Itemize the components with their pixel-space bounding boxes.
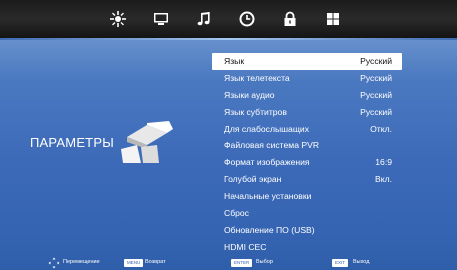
- menu-item-label: Голубой экран: [224, 174, 282, 185]
- menu-item-label: Язык: [224, 56, 245, 66]
- menu-item-audio-language[interactable]: Языки аудио Русский: [212, 87, 402, 104]
- menu-item-label: Язык субтитров: [224, 106, 287, 117]
- settings-menu: Язык Русский Язык телетекста Русский Язы…: [212, 53, 402, 256]
- music-note-icon[interactable]: [195, 10, 213, 28]
- menu-item-software-update[interactable]: Обновление ПО (USB): [212, 222, 402, 239]
- menu-item-hdmi-cec[interactable]: HDMI CEC: [212, 239, 402, 256]
- menu-item-label: Файловая система PVR: [224, 140, 320, 151]
- menu-item-aspect-ratio[interactable]: Формат изображения 16:9: [212, 154, 402, 171]
- menu-item-value: Русский: [360, 72, 392, 83]
- menu-item-pvr-file-system[interactable]: Файловая система PVR: [212, 137, 402, 154]
- menu-item-label: Языки аудио: [224, 89, 275, 100]
- sun-icon[interactable]: [109, 10, 127, 28]
- menu-item-label: Для слабослышащих: [224, 123, 309, 134]
- exit-hint-label: Выход: [353, 259, 370, 265]
- grid-icon[interactable]: [324, 10, 342, 28]
- menu-item-label: Язык телетекста: [224, 72, 290, 83]
- menu-item-label: Формат изображения: [224, 157, 310, 168]
- menu-item-subtitle-language[interactable]: Язык субтитров Русский: [212, 104, 402, 121]
- move-arrows-icon: [48, 257, 60, 269]
- clock-icon[interactable]: [238, 10, 256, 28]
- exit-key-badge: EXIT: [332, 259, 349, 267]
- menu-item-reset[interactable]: Сброс: [212, 205, 402, 222]
- menu-item-value: Вкл.: [375, 174, 392, 185]
- topbar-divider: [0, 38, 457, 40]
- menu-key-badge: MENU: [124, 259, 144, 267]
- menu-item-teletext-language[interactable]: Язык телетекста Русский: [212, 70, 402, 87]
- menu-item-label: Начальные установки: [224, 191, 312, 202]
- menu-item-language[interactable]: Язык Русский: [212, 53, 402, 70]
- top-menu-bar: [0, 0, 457, 38]
- menu-item-value: 16:9: [375, 157, 392, 168]
- hint-bar: Перемещение MENU Возврат ENTER Выбор EXI…: [0, 256, 457, 270]
- menu-item-first-setup[interactable]: Начальные установки: [212, 188, 402, 205]
- select-hint-label: Выбор: [256, 259, 273, 265]
- menu-item-label: Сброс: [224, 208, 249, 219]
- menu-item-value: Русский: [360, 56, 392, 66]
- menu-item-label: Обновление ПО (USB): [224, 224, 315, 235]
- menu-item-blue-screen[interactable]: Голубой экран Вкл.: [212, 171, 402, 188]
- lock-icon[interactable]: [281, 10, 299, 28]
- page-title: ПАРАМЕТРЫ: [30, 135, 114, 150]
- menu-item-value: Откл.: [370, 123, 392, 134]
- menu-item-label: HDMI CEC: [224, 241, 267, 252]
- back-hint-label: Возврат: [145, 259, 166, 265]
- tv-icon[interactable]: [152, 10, 170, 28]
- enter-key-badge: ENTER: [231, 259, 253, 267]
- menu-item-value: Русский: [360, 106, 392, 117]
- menu-item-value: Русский: [360, 89, 392, 100]
- settings-blocks-icon: [117, 115, 175, 165]
- move-hint-label: Перемещение: [63, 259, 100, 265]
- menu-item-hearing-impaired[interactable]: Для слабослышащих Откл.: [212, 121, 402, 138]
